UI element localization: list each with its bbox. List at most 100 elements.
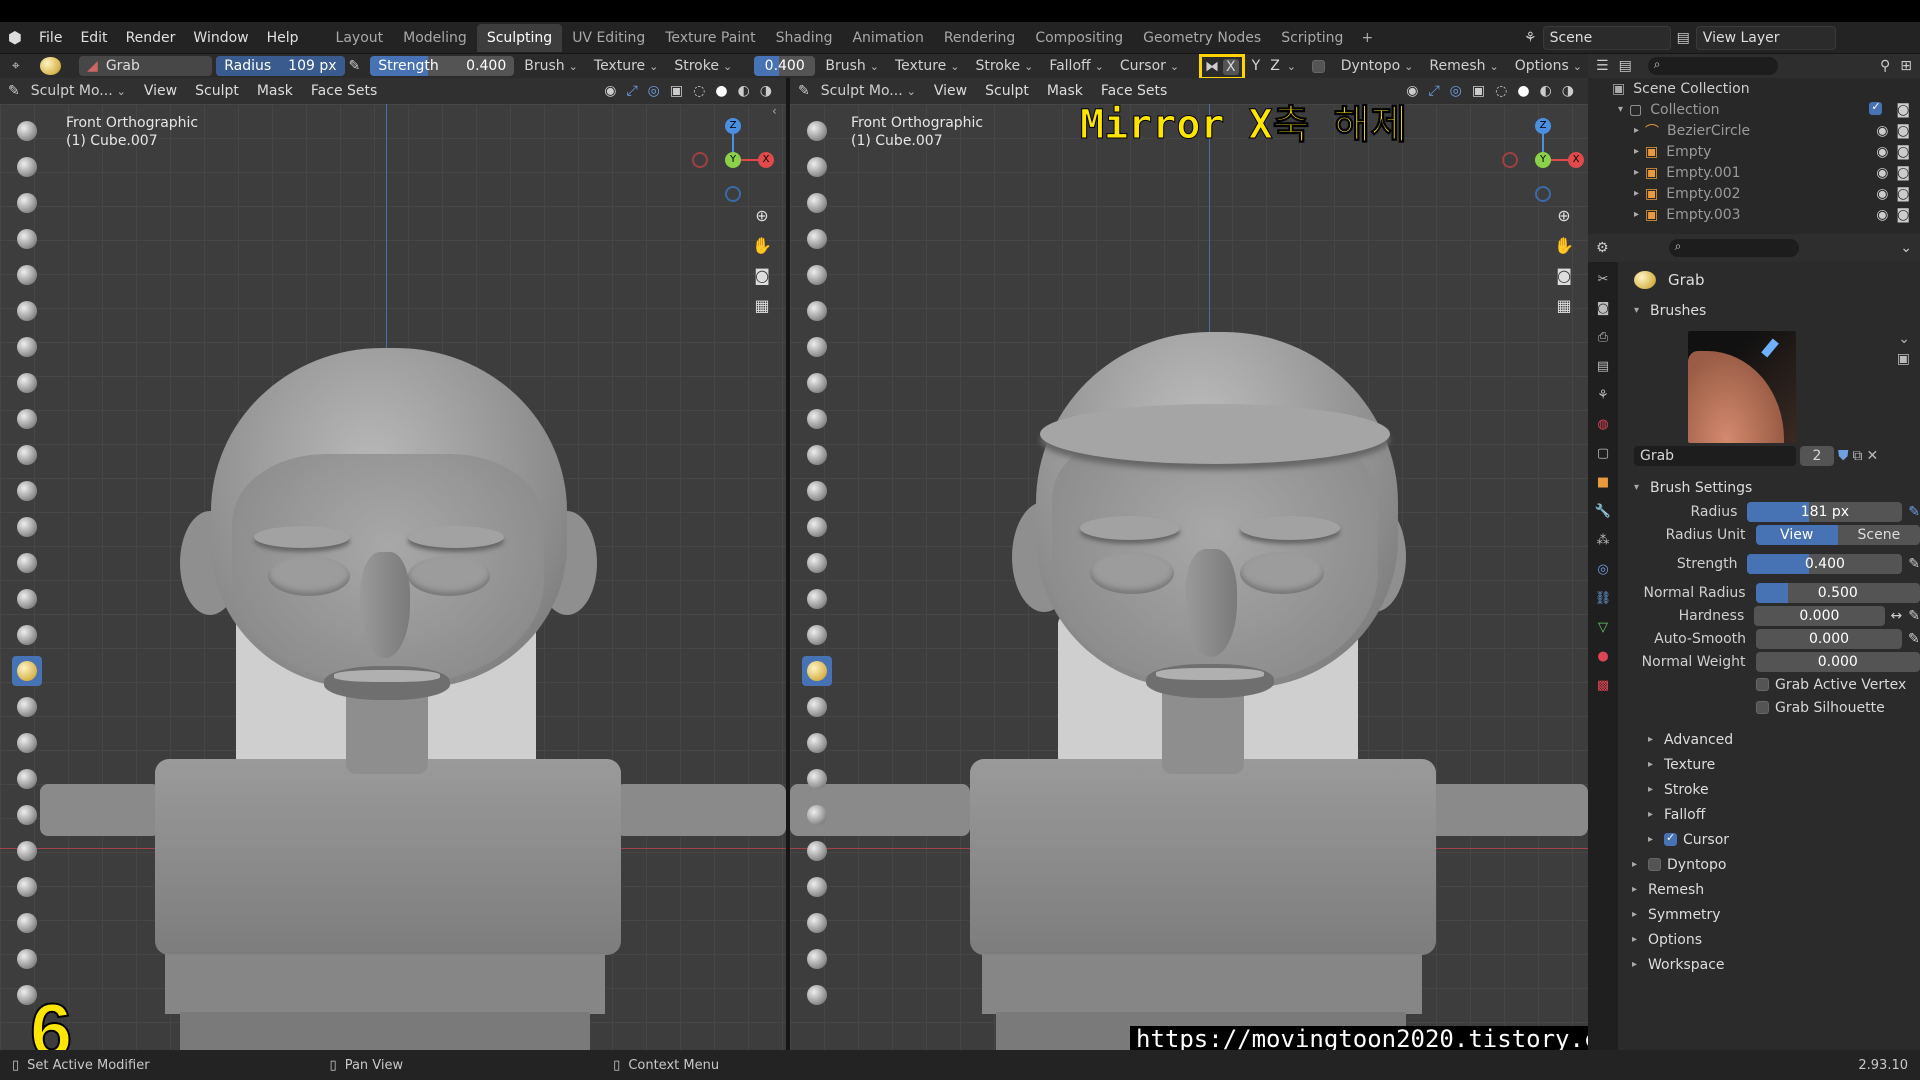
menu-help[interactable]: Help	[258, 22, 308, 54]
left-navigation-gizmo[interactable]: Z Y X	[688, 118, 774, 202]
brushes-section-header[interactable]: ▾ Brushes	[1634, 298, 1920, 323]
left-menu-sculpt[interactable]: Sculpt	[188, 83, 246, 99]
tab-scripting[interactable]: Scripting	[1271, 24, 1353, 52]
cursor-subsection[interactable]: ▸Cursor	[1608, 827, 1920, 852]
mirror-y-toggle[interactable]: Y	[1249, 58, 1264, 74]
right-sculpt-tool-24-icon[interactable]	[802, 944, 832, 974]
tab-animation[interactable]: Animation	[842, 24, 933, 52]
left-solid-shading-icon[interactable]: ●	[715, 83, 727, 99]
dyntopo-section[interactable]: ▸ Dyntopo	[1608, 852, 1920, 877]
cursor-checkbox[interactable]	[1664, 831, 1677, 846]
right-sculpt-tool-13-icon[interactable]	[802, 548, 832, 578]
outliner-search-input[interactable]: ⌕	[1647, 57, 1778, 75]
right-sculpt-tool-10-icon[interactable]	[802, 440, 832, 470]
left-sculpt-tool-23-icon[interactable]	[12, 908, 42, 938]
left-overlay-icon[interactable]: ◎	[648, 83, 660, 99]
modifier-tab-icon[interactable]: 🔧	[1592, 500, 1614, 522]
tab-layout[interactable]: Layout	[326, 24, 394, 52]
right-sculpt-tool-12-icon[interactable]	[802, 512, 832, 542]
left-menu-mask[interactable]: Mask	[250, 83, 300, 99]
left-visibility-icon[interactable]: ◉	[604, 83, 616, 99]
cursor-dropdown[interactable]: Cursor	[1114, 56, 1185, 76]
gizmo-neg-x-icon[interactable]	[692, 152, 708, 168]
auto-smooth-pressure-icon[interactable]: ✎	[1908, 631, 1920, 647]
view-layer-icon[interactable]: ▤	[1677, 30, 1690, 46]
left-sculpt-tool-17-icon[interactable]	[12, 692, 42, 722]
dyntopo-dropdown[interactable]: Dyntopo	[1335, 56, 1420, 76]
right-sculpt-tool-3-icon[interactable]	[802, 188, 832, 218]
properties-options-chevron-icon[interactable]: ⌄	[1900, 240, 1912, 256]
symmetry-section[interactable]: ▸ Symmetry	[1608, 902, 1920, 927]
right-solid-shading-icon[interactable]: ●	[1517, 83, 1529, 99]
texture-subsection[interactable]: ▸ Texture	[1608, 752, 1920, 777]
texture-dropdown-left[interactable]: Texture	[588, 56, 664, 76]
right-menu-view[interactable]: View	[927, 83, 974, 99]
outliner-new-collection-icon[interactable]: ⊞	[1900, 58, 1912, 74]
scene-tab-icon[interactable]: ⚘	[1592, 384, 1614, 406]
outliner-filter-icon[interactable]: ⚲	[1880, 58, 1890, 74]
camera-icon[interactable]: ◙	[1896, 186, 1910, 202]
left-viewport[interactable]: Front Orthographic (1) Cube.007 Z Y X ⊕ …	[0, 104, 786, 1050]
particles-tab-icon[interactable]: ⁂	[1592, 529, 1614, 551]
right-gizmo-toggle-icon[interactable]: ⤢	[1428, 83, 1439, 99]
right-gizmo-x-icon[interactable]: X	[1568, 152, 1584, 168]
right-material-shading-icon[interactable]: ◐	[1540, 83, 1552, 99]
left-sculpt-tool-1-icon[interactable]	[12, 116, 42, 146]
left-menu-face-sets[interactable]: Face Sets	[304, 83, 384, 99]
output-tab-icon[interactable]: ⎙	[1592, 326, 1614, 348]
dyntopo-checkbox[interactable]	[1311, 59, 1325, 73]
options-dropdown[interactable]: Options	[1509, 56, 1588, 76]
grab-active-vertex-row[interactable]: Grab Active Vertex	[1608, 673, 1920, 696]
strength-slider[interactable]: Strength 0.400	[370, 56, 515, 76]
menu-file[interactable]: File	[30, 22, 71, 54]
strength-pressure-icon[interactable]: ✎	[1908, 556, 1920, 572]
collection-camera-icon[interactable]: ◙	[1896, 102, 1910, 118]
left-pan-hand-icon[interactable]: ✋	[749, 232, 775, 258]
gizmo-neg-z-icon[interactable]	[725, 186, 741, 202]
left-sculpt-tool-10-icon[interactable]	[12, 440, 42, 470]
gizmo-y-icon[interactable]: Y	[725, 152, 741, 168]
constraints-tab-icon[interactable]: ⛓	[1592, 587, 1614, 609]
radius-prop-slider[interactable]: 181 px	[1747, 501, 1903, 522]
right-pan-hand-icon[interactable]: ✋	[1551, 232, 1577, 258]
left-gizmo-toggle-icon[interactable]: ⤢	[626, 83, 637, 99]
left-sculpt-tool-24-icon[interactable]	[12, 944, 42, 974]
right-sculpt-tool-21-icon[interactable]	[802, 836, 832, 866]
tab-modeling[interactable]: Modeling	[393, 24, 477, 52]
auto-smooth-slider[interactable]: 0.000	[1756, 628, 1902, 649]
hardness-slider[interactable]: 0.000	[1754, 605, 1885, 626]
right-menu-sculpt[interactable]: Sculpt	[978, 83, 1036, 99]
left-sculpt-tool-18-icon[interactable]	[12, 728, 42, 758]
menu-render[interactable]: Render	[117, 22, 185, 54]
right-grid-icon[interactable]: ▦	[1551, 292, 1577, 318]
left-sculpt-tool-19-icon[interactable]	[12, 764, 42, 794]
outliner-display-mode-icon[interactable]: ▤	[1619, 58, 1632, 74]
right-sculpt-tool-6-icon[interactable]	[802, 296, 832, 326]
right-gizmo-y-icon[interactable]: Y	[1535, 152, 1551, 168]
brush-image-icon[interactable]: ▣	[1897, 351, 1910, 367]
right-sculpt-tool-1-icon[interactable]	[802, 116, 832, 146]
right-overlay-icon[interactable]: ◎	[1450, 83, 1462, 99]
remesh-section[interactable]: ▸ Remesh	[1608, 877, 1920, 902]
left-menu-view[interactable]: View	[137, 83, 184, 99]
left-sculpt-tool-6-icon[interactable]	[12, 296, 42, 326]
remesh-dropdown[interactable]: Remesh	[1423, 56, 1504, 76]
stroke-subsection[interactable]: ▸ Stroke	[1608, 777, 1920, 802]
right-viewport[interactable]: Front Orthographic (1) Cube.007 Mirror X…	[790, 104, 1588, 1050]
right-navigation-gizmo[interactable]: Z Y X	[1498, 118, 1584, 202]
view-layer-tab-icon[interactable]: ▤	[1592, 355, 1614, 377]
eye-icon[interactable]: ◉	[1876, 123, 1888, 139]
right-rendered-shading-icon[interactable]: ◑	[1562, 83, 1574, 99]
gizmo-x-icon[interactable]: X	[758, 152, 774, 168]
right-gizmo-z-icon[interactable]: Z	[1535, 118, 1551, 134]
right-gizmo-neg-x-icon[interactable]	[1502, 152, 1518, 168]
tab-compositing[interactable]: Compositing	[1025, 24, 1133, 52]
left-grid-icon[interactable]: ▦	[749, 292, 775, 318]
brush-dropdown-left[interactable]: Brush	[518, 56, 584, 76]
workspace-section[interactable]: ▸ Workspace	[1608, 952, 1920, 977]
dyntopo-section-checkbox[interactable]	[1648, 858, 1661, 871]
hardness-pressure-icon[interactable]: ✎	[1908, 608, 1920, 624]
render-tab-icon[interactable]: ◙	[1592, 297, 1614, 319]
brush-name-field[interactable]: ◢ Grab	[79, 56, 213, 76]
left-xray-icon[interactable]: ▣	[670, 83, 683, 99]
